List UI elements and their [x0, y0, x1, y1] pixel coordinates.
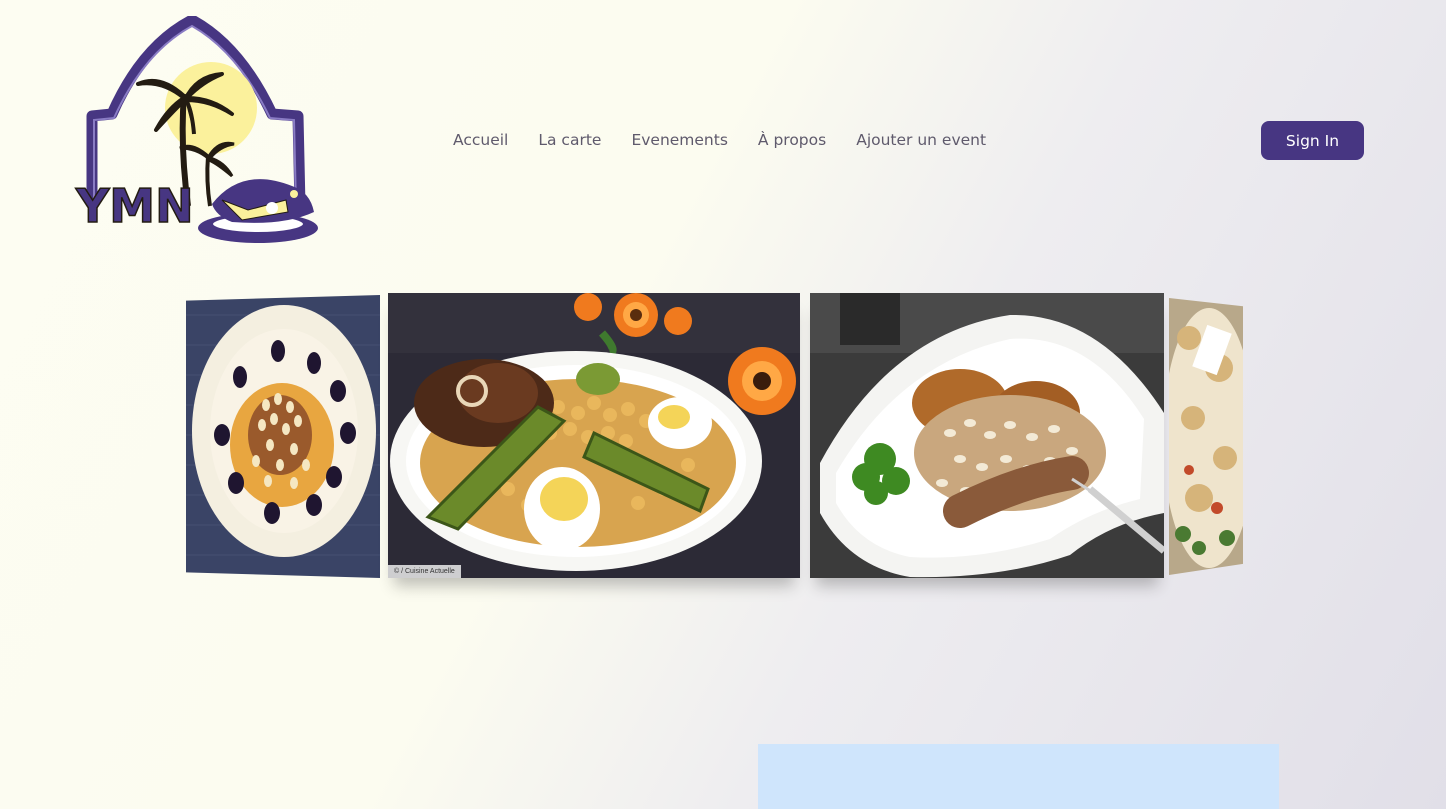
- nav-evenements[interactable]: Evenements: [631, 129, 727, 151]
- logo-emblem-icon: YMN: [74, 14, 318, 243]
- nav-la-carte[interactable]: La carte: [538, 129, 601, 151]
- site-logo[interactable]: YMN: [72, 14, 322, 248]
- carousel-slide-platter[interactable]: [1169, 298, 1243, 575]
- carousel-slide-tajine[interactable]: [186, 295, 380, 578]
- cassoulet-photo: [810, 293, 1164, 578]
- main-nav: Accueil La carte Evenements À propos Ajo…: [453, 129, 986, 151]
- nav-accueil[interactable]: Accueil: [453, 129, 508, 151]
- carousel-slide-cassoulet[interactable]: [810, 293, 1164, 578]
- logo-text: YMN: [75, 179, 194, 233]
- content-panel: [758, 744, 1279, 809]
- tajine-photo: [186, 295, 380, 578]
- sign-in-button[interactable]: Sign In: [1261, 121, 1364, 160]
- nav-a-propos[interactable]: À propos: [758, 129, 826, 151]
- couscous-photo: [388, 293, 800, 578]
- food-carousel[interactable]: © / Cuisine Actuelle: [184, 290, 1246, 610]
- nav-ajouter-event[interactable]: Ajouter un event: [856, 129, 986, 151]
- carousel-slide-couscous[interactable]: © / Cuisine Actuelle: [388, 293, 800, 578]
- photo-credit: © / Cuisine Actuelle: [388, 565, 461, 578]
- platter-photo: [1169, 298, 1243, 575]
